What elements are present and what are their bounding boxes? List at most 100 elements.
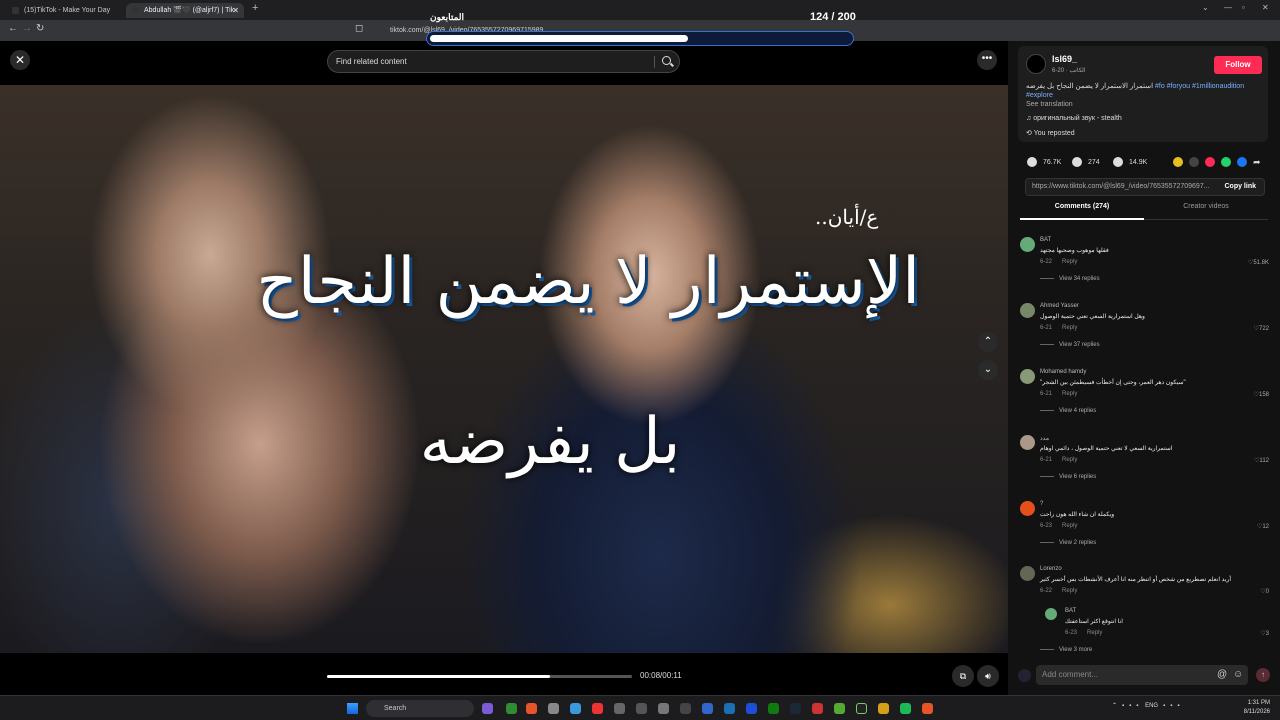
copilot-icon[interactable]	[482, 703, 493, 714]
previous-video-button[interactable]: ⌃	[978, 332, 998, 352]
music-info[interactable]: ♫ оригинальный звук - stealth	[1026, 115, 1122, 122]
browser-tab-tiktok[interactable]: (15)TikTok - Make Your Day	[6, 3, 122, 18]
brave-active-icon[interactable]	[922, 703, 933, 714]
comment-author[interactable]: Mohamed hamdy	[1040, 369, 1086, 375]
discord-icon[interactable]	[724, 703, 735, 714]
repost-share-icon[interactable]	[1173, 157, 1183, 167]
view-replies-button[interactable]: View 2 replies	[1040, 540, 1096, 546]
copy-link-button[interactable]: Copy link	[1224, 179, 1256, 195]
comment-likes[interactable]: 112	[1254, 457, 1269, 464]
facebook-icon[interactable]	[1237, 157, 1247, 167]
reply-likes[interactable]: 3	[1260, 630, 1269, 637]
picture-in-picture-button[interactable]: ⧉	[952, 665, 974, 687]
view-more-button[interactable]: View 3 more	[1040, 647, 1092, 653]
find-related-search[interactable]: Find related content	[327, 50, 680, 73]
next-video-button[interactable]: ⌄	[978, 360, 998, 380]
photos-icon[interactable]	[746, 703, 757, 714]
game-icon[interactable]	[812, 703, 823, 714]
save-stat[interactable]: 14.9K	[1113, 157, 1147, 167]
youtube-music-icon[interactable]	[592, 703, 603, 714]
reply-button[interactable]: Reply	[1062, 588, 1077, 594]
taskbar-search[interactable]: Search	[366, 700, 474, 717]
video-link[interactable]: https://www.tiktok.com/@lsl69_/video/765…	[1032, 179, 1216, 195]
comment-author[interactable]: Ahmed Yasser	[1040, 303, 1079, 309]
app-icon[interactable]	[878, 703, 889, 714]
reply-author[interactable]: BAT	[1065, 608, 1076, 614]
avatar[interactable]	[1020, 303, 1035, 318]
seek-bar[interactable]	[327, 675, 632, 678]
reply-button[interactable]: Reply	[1062, 457, 1077, 463]
mention-icon[interactable]: @	[1217, 669, 1227, 680]
share-arrow-icon[interactable]: ➦	[1253, 157, 1263, 167]
like-stat[interactable]: 76.7K	[1027, 157, 1061, 167]
spotify-icon[interactable]	[900, 703, 911, 714]
brave-icon[interactable]	[526, 703, 537, 714]
embed-icon[interactable]	[1189, 157, 1199, 167]
nvidia-icon[interactable]	[506, 703, 517, 714]
maximize-button[interactable]: ▫	[1242, 3, 1245, 12]
reply-button[interactable]: Reply	[1062, 259, 1077, 265]
forward-icon[interactable]: →	[22, 23, 32, 34]
epic-icon[interactable]	[702, 703, 713, 714]
terminal-icon[interactable]	[636, 703, 647, 714]
browser-tab-profile[interactable]: Abdullah 🎬🖤 (@aljrf7) | Tik ✕	[126, 3, 244, 18]
search-icon[interactable]	[662, 56, 671, 65]
file-explorer-icon[interactable]	[570, 703, 581, 714]
reply-button[interactable]: Reply	[1062, 325, 1077, 331]
avatar[interactable]	[1020, 237, 1035, 252]
comment-likes[interactable]: 0	[1260, 588, 1269, 595]
new-tab-button[interactable]: +	[252, 2, 258, 14]
close-video-button[interactable]: ✕	[10, 50, 30, 70]
view-replies-button[interactable]: View 4 replies	[1040, 408, 1096, 414]
avatar[interactable]	[1020, 369, 1035, 384]
close-tab-icon[interactable]: ✕	[232, 3, 239, 18]
author-name[interactable]: lsl69_	[1052, 54, 1077, 64]
reply-button[interactable]: Reply	[1062, 391, 1077, 397]
avatar[interactable]	[1020, 566, 1035, 581]
see-translation-link[interactable]: See translation	[1026, 101, 1073, 108]
send-to-friends-icon[interactable]	[1205, 157, 1215, 167]
clock[interactable]: 1:31 PM 8/11/2026	[1228, 699, 1270, 717]
avatar[interactable]	[1020, 501, 1035, 516]
video-player[interactable]	[0, 41, 1008, 669]
whatsapp-icon[interactable]	[1221, 157, 1231, 167]
view-replies-button[interactable]: View 37 replies	[1040, 342, 1100, 348]
xbox-icon[interactable]	[768, 703, 779, 714]
settings-gear-icon[interactable]	[614, 703, 625, 714]
bookmark-icon[interactable]: ◻	[355, 23, 363, 34]
view-replies-button[interactable]: View 34 replies	[1040, 276, 1100, 282]
language-indicator[interactable]: ENG	[1145, 703, 1158, 709]
comment-likes[interactable]: 12	[1257, 523, 1269, 530]
volume-button[interactable]: 🔊︎	[977, 665, 999, 687]
app-icon[interactable]	[680, 703, 691, 714]
comment-author[interactable]: BAT	[1040, 237, 1051, 243]
comment-stat[interactable]: 274	[1072, 157, 1100, 167]
reply-button[interactable]: Reply	[1062, 523, 1077, 529]
reply-button[interactable]: Reply	[1087, 630, 1102, 636]
steam-icon[interactable]	[790, 703, 801, 714]
author-avatar[interactable]	[1026, 54, 1046, 74]
minimize-button[interactable]: —	[1224, 3, 1232, 12]
comment-likes[interactable]: 722	[1254, 325, 1269, 332]
avatar[interactable]	[1020, 435, 1035, 450]
comment-likes[interactable]: 51.8K	[1248, 259, 1269, 266]
reload-icon[interactable]: ↻	[36, 23, 44, 34]
back-icon[interactable]: ←	[8, 23, 18, 34]
close-window-button[interactable]: ✕	[1262, 3, 1269, 12]
post-comment-button[interactable]: ↑	[1256, 668, 1270, 682]
chevron-down-icon[interactable]: ⌄	[1202, 3, 1209, 12]
comment-likes[interactable]: 158	[1254, 391, 1269, 398]
tab-comments[interactable]: Comments (274)	[1020, 203, 1144, 220]
app-icon[interactable]	[834, 703, 845, 714]
obs-icon[interactable]	[548, 703, 559, 714]
calendar-icon[interactable]	[658, 703, 669, 714]
windows-start-icon[interactable]	[347, 703, 358, 714]
emoji-icon[interactable]: ☺	[1233, 669, 1243, 680]
system-tray[interactable]: ⌃ ▪ ▪ ▪ ENG ▪ ▪ ▪	[1112, 702, 1180, 709]
comment-author[interactable]: ?	[1040, 501, 1043, 507]
follow-button[interactable]: Follow	[1214, 56, 1262, 74]
view-replies-button[interactable]: View 6 replies	[1040, 474, 1096, 480]
tab-creator-videos[interactable]: Creator videos	[1144, 203, 1268, 220]
more-options-button[interactable]: •••	[977, 50, 997, 70]
nvidia-app-icon[interactable]	[856, 703, 867, 714]
